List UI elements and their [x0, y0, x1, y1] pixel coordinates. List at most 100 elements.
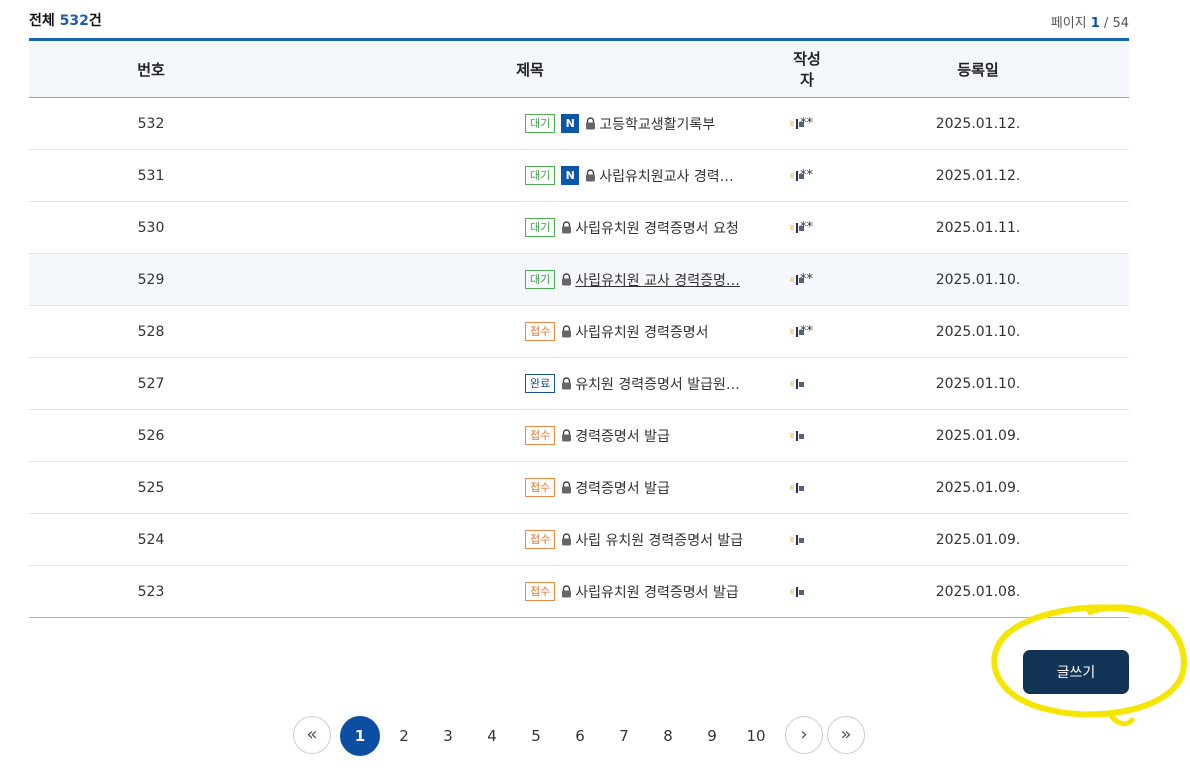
double-chevron-right-icon: » — [840, 724, 852, 745]
status-badge: 대기 — [525, 166, 556, 185]
status-badge: 접수 — [525, 530, 556, 549]
masked-writer-name: ** — [790, 324, 824, 339]
table-row[interactable]: 524 접수 사립 유치원 경력증명서 발급 2025.01.09. — [29, 514, 1129, 566]
page-number-5[interactable]: 5 — [516, 716, 556, 756]
page-number-6[interactable]: 6 — [560, 716, 600, 756]
next-page-button[interactable]: › — [785, 716, 823, 754]
row-date: 2025.01.10. — [935, 323, 1021, 340]
row-subject: 대기 N 고등학교생활기록부 — [273, 98, 787, 150]
post-title-link[interactable]: 사립유치원 경력증명서 — [575, 325, 708, 341]
status-badge: 접수 — [525, 582, 556, 601]
lock-icon — [586, 117, 596, 130]
post-title-link[interactable]: 경력증명서 발급 — [575, 429, 670, 445]
row-number: 532 — [137, 115, 165, 132]
status-badge: 접수 — [525, 478, 556, 497]
row-date: 2025.01.12. — [935, 167, 1021, 184]
masked-writer-name — [790, 378, 824, 390]
last-page-button[interactable]: » — [827, 716, 865, 754]
row-subject: 대기 사립유치원 경력증명서 요청 — [273, 202, 787, 254]
col-header-writer: 작성자 — [787, 39, 827, 98]
write-button[interactable]: 글쓰기 — [1023, 650, 1129, 694]
status-badge: 대기 — [525, 114, 556, 133]
total-count: 전체 532건 — [29, 13, 102, 29]
row-date: 2025.01.12. — [935, 115, 1021, 132]
post-title-link[interactable]: 사립유치원 경력증명서 요청 — [575, 221, 738, 237]
new-badge: N — [561, 166, 580, 185]
col-header-subject: 제목 — [273, 39, 787, 98]
row-number: 531 — [137, 167, 165, 184]
status-badge: 완료 — [525, 374, 556, 393]
row-subject: 대기 N 사립유치원교사 경력… — [273, 150, 787, 202]
table-row[interactable]: 523 접수 사립유치원 경력증명서 발급 2025.01.08. — [29, 566, 1129, 618]
row-number: 529 — [137, 271, 165, 288]
row-number: 525 — [137, 479, 165, 496]
masked-writer-name — [790, 430, 824, 442]
masked-writer-name: ** — [790, 220, 824, 235]
post-title-link[interactable]: 사립유치원교사 경력… — [599, 169, 733, 185]
lock-icon — [562, 221, 572, 234]
post-title-link[interactable]: 고등학교생활기록부 — [599, 117, 715, 133]
lock-icon — [562, 273, 572, 286]
row-number: 523 — [137, 583, 165, 600]
lock-icon — [562, 481, 572, 494]
lock-icon — [562, 533, 572, 546]
row-writer — [787, 566, 827, 618]
pagination: « 1 2 3 4 5 6 7 8 9 10 › » — [293, 716, 873, 756]
masked-writer-name: ** — [790, 272, 824, 287]
row-writer: ** — [787, 254, 827, 306]
post-title-link[interactable]: 사립 유치원 경력증명서 발급 — [575, 533, 743, 549]
row-date: 2025.01.09. — [935, 531, 1021, 548]
post-table: 번호 제목 작성자 등록일 532 대기 N 고등학교생활기록부 ** 2025.01.1… — [29, 38, 1129, 618]
page-number-4[interactable]: 4 — [472, 716, 512, 756]
first-page-button[interactable]: « — [293, 716, 331, 754]
masked-writer-name — [790, 482, 824, 494]
table-header: 번호 제목 작성자 등록일 — [29, 39, 1129, 98]
row-number: 526 — [137, 427, 165, 444]
new-badge: N — [561, 114, 580, 133]
masked-writer-name: ** — [790, 116, 824, 131]
row-writer — [787, 462, 827, 514]
page-number-9[interactable]: 9 — [692, 716, 732, 756]
row-number: 528 — [137, 323, 165, 340]
row-writer — [787, 410, 827, 462]
post-title-link[interactable]: 유치원 경력증명서 발급원… — [575, 377, 740, 393]
row-subject: 접수 경력증명서 발급 — [273, 462, 787, 514]
status-badge: 대기 — [525, 218, 556, 237]
row-writer: ** — [787, 202, 827, 254]
post-title-link[interactable]: 사립유치원 교사 경력증명… — [575, 273, 740, 289]
table-row[interactable]: 526 접수 경력증명서 발급 2025.01.09. — [29, 410, 1129, 462]
row-number: 527 — [137, 375, 165, 392]
row-writer: ** — [787, 150, 827, 202]
page-number-10[interactable]: 10 — [736, 716, 776, 756]
table-row[interactable]: 528 접수 사립유치원 경력증명서 ** 2025.01.10. — [29, 306, 1129, 358]
row-subject: 접수 사립유치원 경력증명서 — [273, 306, 787, 358]
row-subject: 완료 유치원 경력증명서 발급원… — [273, 358, 787, 410]
page-number-7[interactable]: 7 — [604, 716, 644, 756]
row-number: 530 — [137, 219, 165, 236]
row-number: 524 — [137, 531, 165, 548]
row-date: 2025.01.09. — [935, 427, 1021, 444]
lock-icon — [562, 377, 572, 390]
row-date: 2025.01.09. — [935, 479, 1021, 496]
post-title-link[interactable]: 경력증명서 발급 — [575, 481, 670, 497]
table-row[interactable]: 525 접수 경력증명서 발급 2025.01.09. — [29, 462, 1129, 514]
masked-writer-name — [790, 534, 824, 546]
table-row[interactable]: 529 대기 사립유치원 교사 경력증명… ** 2025.01.10. — [29, 253, 1129, 306]
table-row[interactable]: 527 완료 유치원 경력증명서 발급원… 2025.01.10. — [29, 358, 1129, 410]
table-row[interactable]: 530 대기 사립유치원 경력증명서 요청 ** 2025.01.11. — [29, 202, 1129, 254]
masked-writer-name — [790, 586, 824, 598]
status-badge: 접수 — [525, 322, 556, 341]
row-writer — [787, 514, 827, 566]
post-title-link[interactable]: 사립유치원 경력증명서 발급 — [575, 585, 738, 601]
row-date: 2025.01.10. — [935, 375, 1021, 392]
page-info: 페이지 1 / 54 — [1050, 16, 1129, 31]
row-subject: 대기 사립유치원 교사 경력증명… — [273, 254, 787, 306]
lock-icon — [562, 325, 572, 338]
page-number-2[interactable]: 2 — [384, 716, 424, 756]
page-number-3[interactable]: 3 — [428, 716, 468, 756]
page-number-1[interactable]: 1 — [340, 716, 380, 756]
table-row[interactable]: 532 대기 N 고등학교생활기록부 ** 2025.01.12. — [29, 98, 1129, 150]
row-subject: 접수 사립유치원 경력증명서 발급 — [273, 566, 787, 618]
page-number-8[interactable]: 8 — [648, 716, 688, 756]
table-row[interactable]: 531 대기 N 사립유치원교사 경력… ** 2025.01.12. — [29, 150, 1129, 202]
